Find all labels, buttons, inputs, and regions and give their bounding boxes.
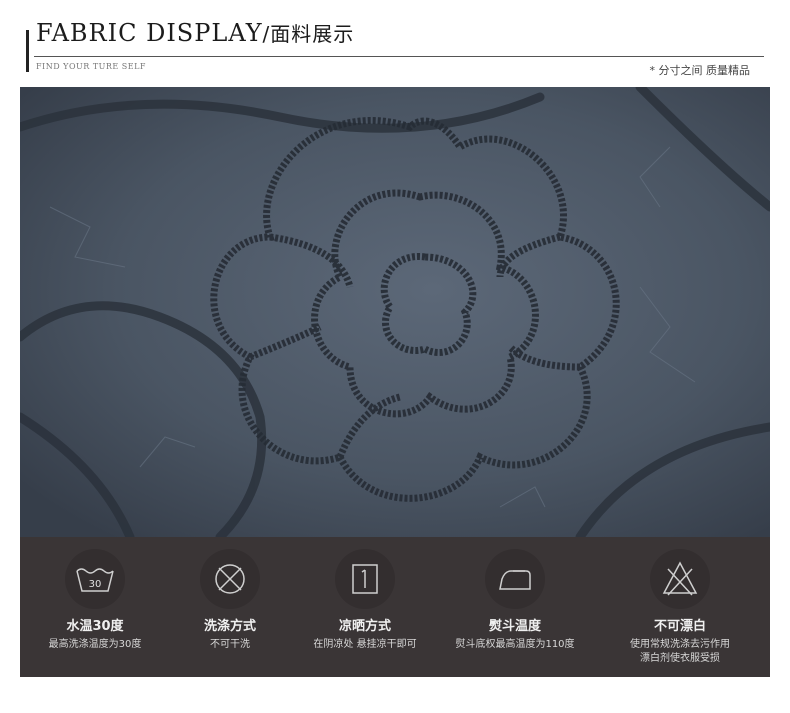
- wash-30-icon: 30: [65, 549, 125, 609]
- iron-icon: [485, 549, 545, 609]
- care-title: 不可漂白: [653, 619, 706, 634]
- subtitle-english: FIND YOUR TURE SELF: [36, 62, 146, 71]
- care-title: 凉晒方式: [338, 619, 391, 634]
- care-title: 熨斗温度: [488, 619, 541, 634]
- care-desc: 使用常规洗涤去污作用 漂白剂使衣服受损: [630, 639, 730, 664]
- title-chinese: /面料展示: [262, 22, 355, 46]
- no-wash-icon: [200, 549, 260, 609]
- care-item-wash-method: 洗涤方式 不可干洗: [155, 537, 305, 677]
- drip-dry-icon: [335, 549, 395, 609]
- title-english: FABRIC DISPLAY: [36, 19, 263, 47]
- care-instructions-panel: 30 水温30度 最高洗涤温度为30度 洗涤方式 不可干洗 凉晒方式 在阴凉处 …: [20, 537, 770, 677]
- fabric-photo: [20, 87, 770, 537]
- care-title: 洗涤方式: [203, 619, 256, 634]
- no-bleach-icon: [650, 549, 710, 609]
- care-desc: 最高洗涤温度为30度: [48, 639, 142, 650]
- title-divider: [34, 56, 764, 57]
- fabric-texture-image: [20, 87, 770, 537]
- care-item-dry-method: 凉晒方式 在阴凉处 悬挂凉干即可: [290, 537, 440, 677]
- title-accent-bar: [26, 30, 29, 72]
- care-desc: 熨斗底权最高温度为110度: [455, 639, 575, 650]
- care-desc: 在阴凉处 悬挂凉干即可: [313, 639, 417, 650]
- page-title: FABRIC DISPLAY/面料展示: [36, 18, 354, 47]
- care-item-wash-temp: 30 水温30度 最高洗涤温度为30度: [20, 537, 170, 677]
- care-item-no-bleach: 不可漂白 使用常规洗涤去污作用 漂白剂使衣服受损: [605, 537, 755, 677]
- care-desc: 不可干洗: [210, 639, 250, 650]
- svg-text:30: 30: [89, 579, 102, 590]
- care-title: 水温30度: [66, 619, 124, 634]
- subtitle-chinese: * 分寸之间 质量精品: [649, 64, 751, 77]
- care-item-iron-temp: 熨斗温度 熨斗底权最高温度为110度: [440, 537, 590, 677]
